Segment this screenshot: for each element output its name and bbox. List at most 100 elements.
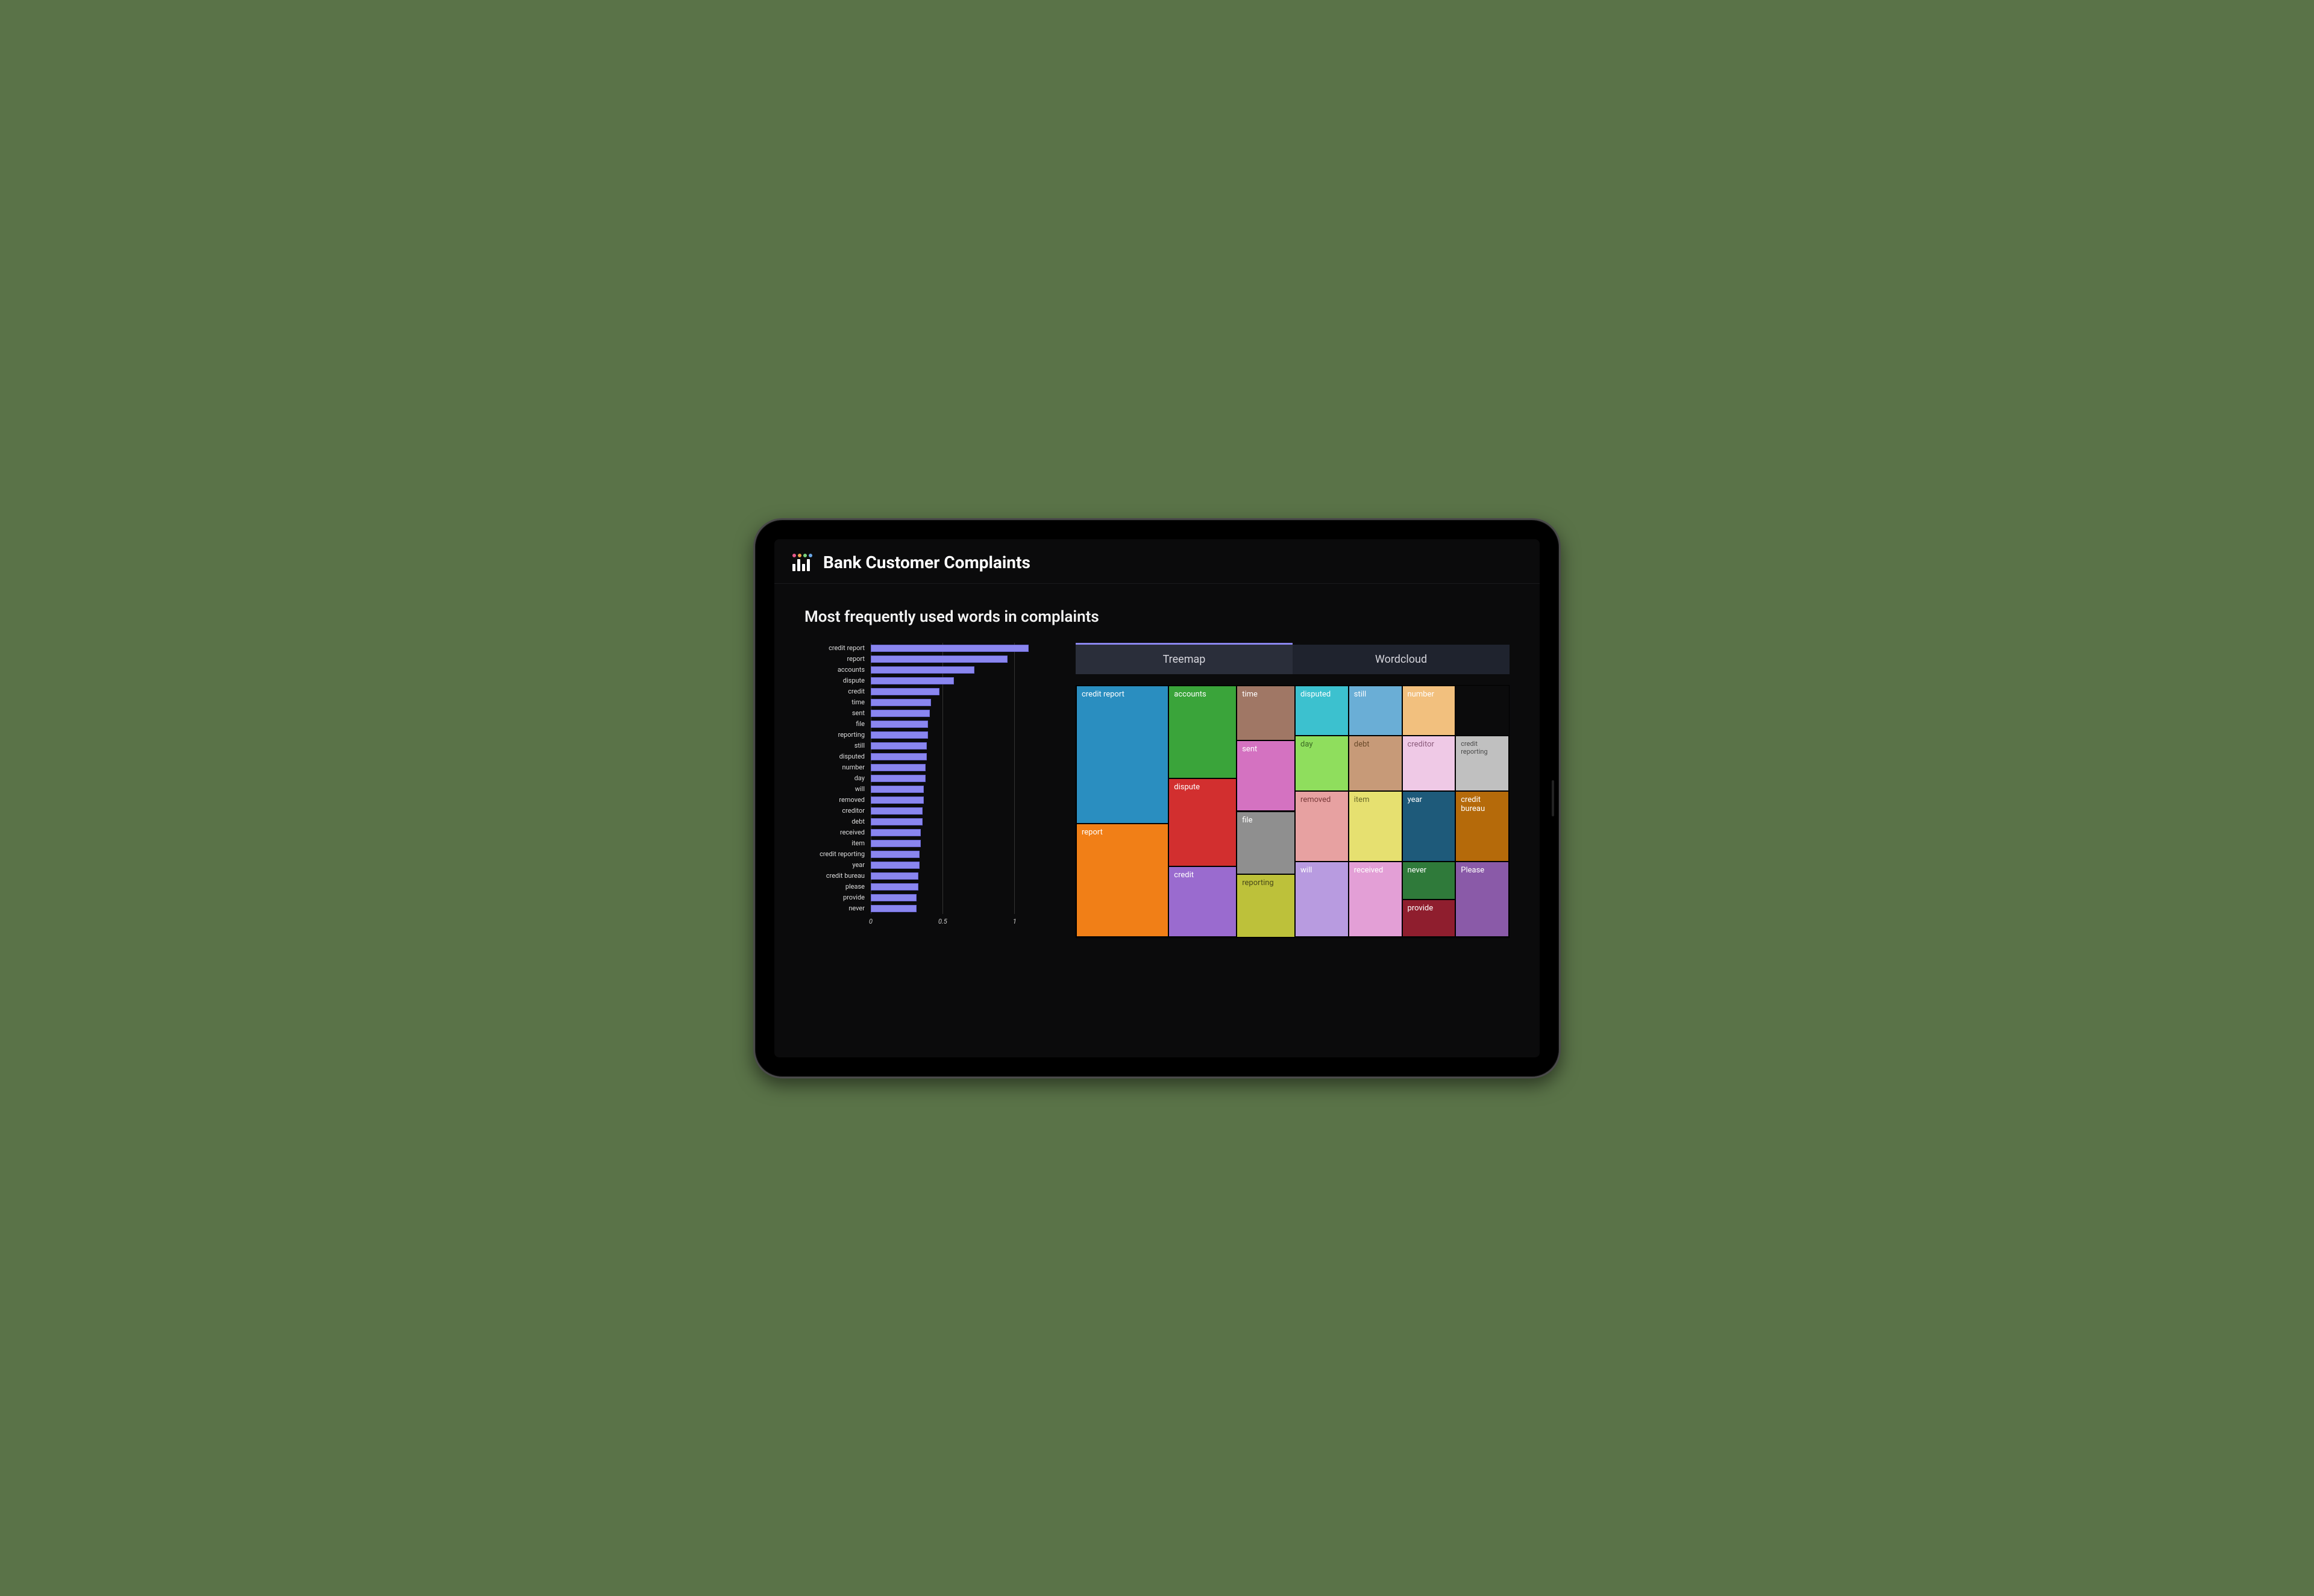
treemap-cell[interactable]: credit bureau [1455,791,1509,862]
bar-fill[interactable] [871,721,928,728]
bar-fill[interactable] [871,851,920,858]
bar-label: number [804,763,871,771]
bar-chart: credit report report accounts dispute credit… [804,643,1058,930]
treemap-cell[interactable]: number [1402,686,1456,736]
bar-fill[interactable] [871,905,917,912]
treemap-cell[interactable]: sent [1237,740,1295,811]
bar-fill[interactable] [871,818,923,825]
bar-row: will [804,784,1058,795]
bar-fill[interactable] [871,775,926,782]
bar-label: credit bureau [804,872,871,880]
bar-label: credit [804,687,871,695]
bar-fill[interactable] [871,840,921,847]
treemap-cell[interactable]: received [1349,862,1402,937]
bar-label: reporting [804,731,871,739]
bar-fill[interactable] [871,862,920,869]
bar-row: credit reporting [804,849,1058,860]
bar-row: creditor [804,806,1058,816]
bar-label: please [804,883,871,890]
treemap-cell[interactable]: disputed [1295,686,1349,736]
bar-fill[interactable] [871,829,921,836]
bar-label: day [804,774,871,782]
bar-row: report [804,654,1058,665]
treemap-cell[interactable]: file [1237,812,1295,875]
treemap-cell[interactable]: never [1402,862,1456,900]
bar-row: file [804,719,1058,730]
bar-row: year [804,860,1058,871]
bar-row: dispute [804,675,1058,686]
header: Bank Customer Complaints [774,539,1540,584]
bar-row: accounts [804,665,1058,675]
axis-tick: 1 [1013,918,1017,925]
tab-treemap[interactable]: Treemap [1076,643,1293,674]
bar-fill[interactable] [871,731,928,739]
bar-label: sent [804,709,871,717]
treemap-cell[interactable]: dispute [1168,778,1237,866]
bar-row: removed [804,795,1058,806]
bar-fill[interactable] [871,753,927,760]
bar-fill[interactable] [871,883,918,890]
bar-label: credit report [804,644,871,652]
bar-fill[interactable] [871,807,923,815]
bar-label: accounts [804,666,871,674]
bar-fill[interactable] [871,677,954,684]
bar-fill[interactable] [871,764,926,771]
logo-icon [792,554,812,571]
bar-label: still [804,742,871,749]
bar-label: provide [804,893,871,901]
treemap-cell[interactable]: debt [1349,736,1402,791]
treemap-cell[interactable]: credit [1168,866,1237,937]
treemap-cell[interactable]: time [1237,686,1295,741]
bar-row: time [804,697,1058,708]
treemap-cell[interactable]: provide [1402,900,1456,937]
bar-label: report [804,655,871,663]
tablet-frame: Bank Customer Complaints Most frequently… [753,518,1561,1078]
content: Most frequently used words in complaints… [774,584,1540,950]
bar-label: file [804,720,871,728]
bar-fill[interactable] [871,742,927,749]
treemap-chart: credit reportreportaccountsdisputecredit… [1076,685,1510,938]
bar-row: disputed [804,751,1058,762]
bar-row: day [804,773,1058,784]
bar-fill[interactable] [871,688,939,695]
section-title: Most frequently used words in complaints [804,608,1510,626]
treemap-cell[interactable]: Please [1455,862,1509,937]
bar-fill[interactable] [871,786,924,793]
bar-fill[interactable] [871,666,974,674]
bar-fill[interactable] [871,872,918,880]
bar-row: debt [804,816,1058,827]
treemap-cell[interactable]: credit report [1076,686,1168,824]
bar-label: dispute [804,677,871,684]
treemap-cell[interactable]: creditor [1402,736,1456,791]
bar-label: will [804,785,871,793]
bar-fill[interactable] [871,796,924,804]
screen: Bank Customer Complaints Most frequently… [774,539,1540,1057]
bar-label: disputed [804,753,871,760]
bar-row: still [804,740,1058,751]
bar-row: item [804,838,1058,849]
bar-label: removed [804,796,871,804]
bar-fill[interactable] [871,894,917,901]
treemap-cell[interactable]: reporting [1237,874,1295,937]
chart-type-tabs: Treemap Wordcloud [1076,643,1510,674]
treemap-cell[interactable]: removed [1295,791,1349,862]
bar-row: please [804,881,1058,892]
treemap-cell[interactable]: report [1076,824,1168,937]
treemap-cell[interactable]: day [1295,736,1349,791]
treemap-cell[interactable]: accounts [1168,686,1237,779]
bar-row: credit bureau [804,871,1058,881]
treemap-cell[interactable]: year [1402,791,1456,862]
bar-fill[interactable] [871,699,931,706]
treemap-cell[interactable]: still [1349,686,1402,736]
bar-fill[interactable] [871,656,1008,663]
page-title: Bank Customer Complaints [823,552,1030,572]
bar-row: credit [804,686,1058,697]
bar-fill[interactable] [871,645,1029,652]
bar-label: creditor [804,807,871,815]
treemap-cell[interactable]: credit reporting [1455,736,1509,791]
treemap-cell[interactable]: item [1349,791,1402,862]
tab-wordcloud[interactable]: Wordcloud [1293,645,1510,674]
bar-label: item [804,839,871,847]
treemap-cell[interactable]: will [1295,862,1349,937]
bar-fill[interactable] [871,710,930,717]
